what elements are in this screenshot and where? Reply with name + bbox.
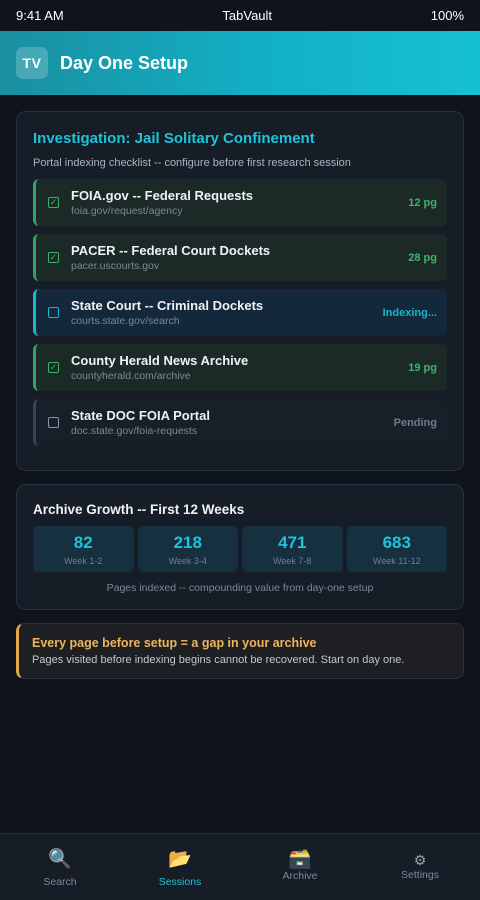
checkbox-unchecked-icon[interactable] bbox=[48, 307, 59, 318]
portal-item-county-herald[interactable]: ✓ County Herald News Archive countyheral… bbox=[33, 344, 447, 391]
week-value: 82 bbox=[73, 532, 93, 552]
checkbox-checked-icon[interactable]: ✓ bbox=[48, 197, 59, 208]
bottom-nav: 🔍 Search 📂 Sessions 🗃️ Archive ⚙ Setting… bbox=[0, 833, 480, 900]
portal-status: Pending bbox=[393, 416, 437, 429]
nav-label: Settings bbox=[401, 869, 439, 881]
nav-item-archive[interactable]: 🗃️ Archive bbox=[240, 834, 360, 900]
nav-label: Archive bbox=[282, 870, 318, 882]
nav-item-settings[interactable]: ⚙ Settings bbox=[360, 834, 480, 900]
portal-status: 28 pg bbox=[408, 251, 437, 264]
week-stats-grid: 82 Week 1-2 218 Week 3-4 471 Week 7-8 68… bbox=[33, 526, 447, 572]
week-value: 218 bbox=[173, 532, 202, 552]
nav-label: Sessions bbox=[158, 876, 202, 888]
portal-url: foia.gov/request/agency bbox=[71, 205, 183, 217]
app-logo: TV bbox=[16, 47, 48, 79]
growth-caption: Pages indexed -- compounding value from … bbox=[106, 582, 374, 594]
investigation-title: Investigation: Jail Solitary Confinement bbox=[33, 130, 315, 147]
week-stat: 683 Week 11-12 bbox=[346, 526, 447, 572]
portal-item-state-doc[interactable]: State DOC FOIA Portal doc.state.gov/foia… bbox=[33, 399, 447, 446]
checkbox-checked-icon[interactable]: ✓ bbox=[48, 252, 59, 263]
portal-name: County Herald News Archive bbox=[71, 353, 249, 368]
checkbox-checked-icon[interactable]: ✓ bbox=[48, 362, 59, 373]
page-title: Day One Setup bbox=[60, 52, 189, 73]
portal-status: 12 pg bbox=[408, 196, 437, 209]
nav-label: Search bbox=[43, 876, 77, 888]
status-battery: 100% bbox=[430, 8, 464, 23]
portal-url: courts.state.gov/search bbox=[71, 315, 180, 327]
portal-status: 19 pg bbox=[408, 361, 437, 374]
status-bar: 9:41 AM TabVault 100% bbox=[0, 0, 480, 31]
portal-checklist: ✓ FOIA.gov -- Federal Requests foia.gov/… bbox=[33, 179, 447, 446]
week-stat: 471 Week 7-8 bbox=[242, 526, 343, 572]
week-label: Week 1-2 bbox=[64, 555, 103, 566]
week-label: Week 3-4 bbox=[168, 555, 207, 566]
portal-name: State DOC FOIA Portal bbox=[71, 408, 210, 423]
portal-name: PACER -- Federal Court Dockets bbox=[71, 243, 271, 258]
callout-title: Every page before setup = a gap in your … bbox=[32, 636, 317, 650]
growth-title: Archive Growth -- First 12 Weeks bbox=[33, 502, 245, 517]
folder-icon: 📂 bbox=[168, 849, 192, 870]
week-value: 683 bbox=[382, 532, 411, 552]
status-time: 9:41 AM bbox=[16, 8, 64, 23]
week-label: Week 11-12 bbox=[372, 555, 421, 566]
archive-box-icon: 🗃️ bbox=[288, 849, 312, 870]
portal-url: pacer.uscourts.gov bbox=[71, 260, 160, 272]
portal-url: countyherald.com/archive bbox=[71, 370, 191, 382]
week-value: 471 bbox=[278, 532, 307, 552]
week-stat: 218 Week 3-4 bbox=[137, 526, 238, 572]
portal-name: State Court -- Criminal Dockets bbox=[71, 298, 264, 313]
investigation-card: Investigation: Jail Solitary Confinement… bbox=[16, 111, 464, 471]
app-header: TV Day One Setup bbox=[0, 31, 480, 95]
week-stat: 82 Week 1-2 bbox=[33, 526, 134, 572]
portal-item-state-court[interactable]: State Court -- Criminal Dockets courts.s… bbox=[33, 289, 447, 336]
portal-item-foia[interactable]: ✓ FOIA.gov -- Federal Requests foia.gov/… bbox=[33, 179, 447, 226]
search-icon: 🔍 bbox=[48, 849, 72, 870]
portal-url: doc.state.gov/foia-requests bbox=[71, 425, 198, 437]
gear-icon: ⚙ bbox=[413, 852, 427, 868]
status-app-name: TabVault bbox=[222, 8, 273, 23]
nav-item-sessions[interactable]: 📂 Sessions bbox=[120, 834, 240, 900]
week-label: Week 7-8 bbox=[273, 555, 312, 566]
warning-callout: Every page before setup = a gap in your … bbox=[16, 623, 464, 679]
checkbox-unchecked-icon[interactable] bbox=[48, 417, 59, 428]
callout-text: Pages visited before indexing begins can… bbox=[32, 654, 405, 666]
investigation-subtitle: Portal indexing checklist -- configure b… bbox=[33, 157, 351, 169]
archive-growth-card: Archive Growth -- First 12 Weeks 82 Week… bbox=[16, 484, 464, 610]
portal-item-pacer[interactable]: ✓ PACER -- Federal Court Dockets pacer.u… bbox=[33, 234, 447, 281]
portal-name: FOIA.gov -- Federal Requests bbox=[71, 188, 254, 203]
portal-status: Indexing... bbox=[382, 306, 437, 319]
nav-item-search[interactable]: 🔍 Search bbox=[0, 834, 120, 900]
